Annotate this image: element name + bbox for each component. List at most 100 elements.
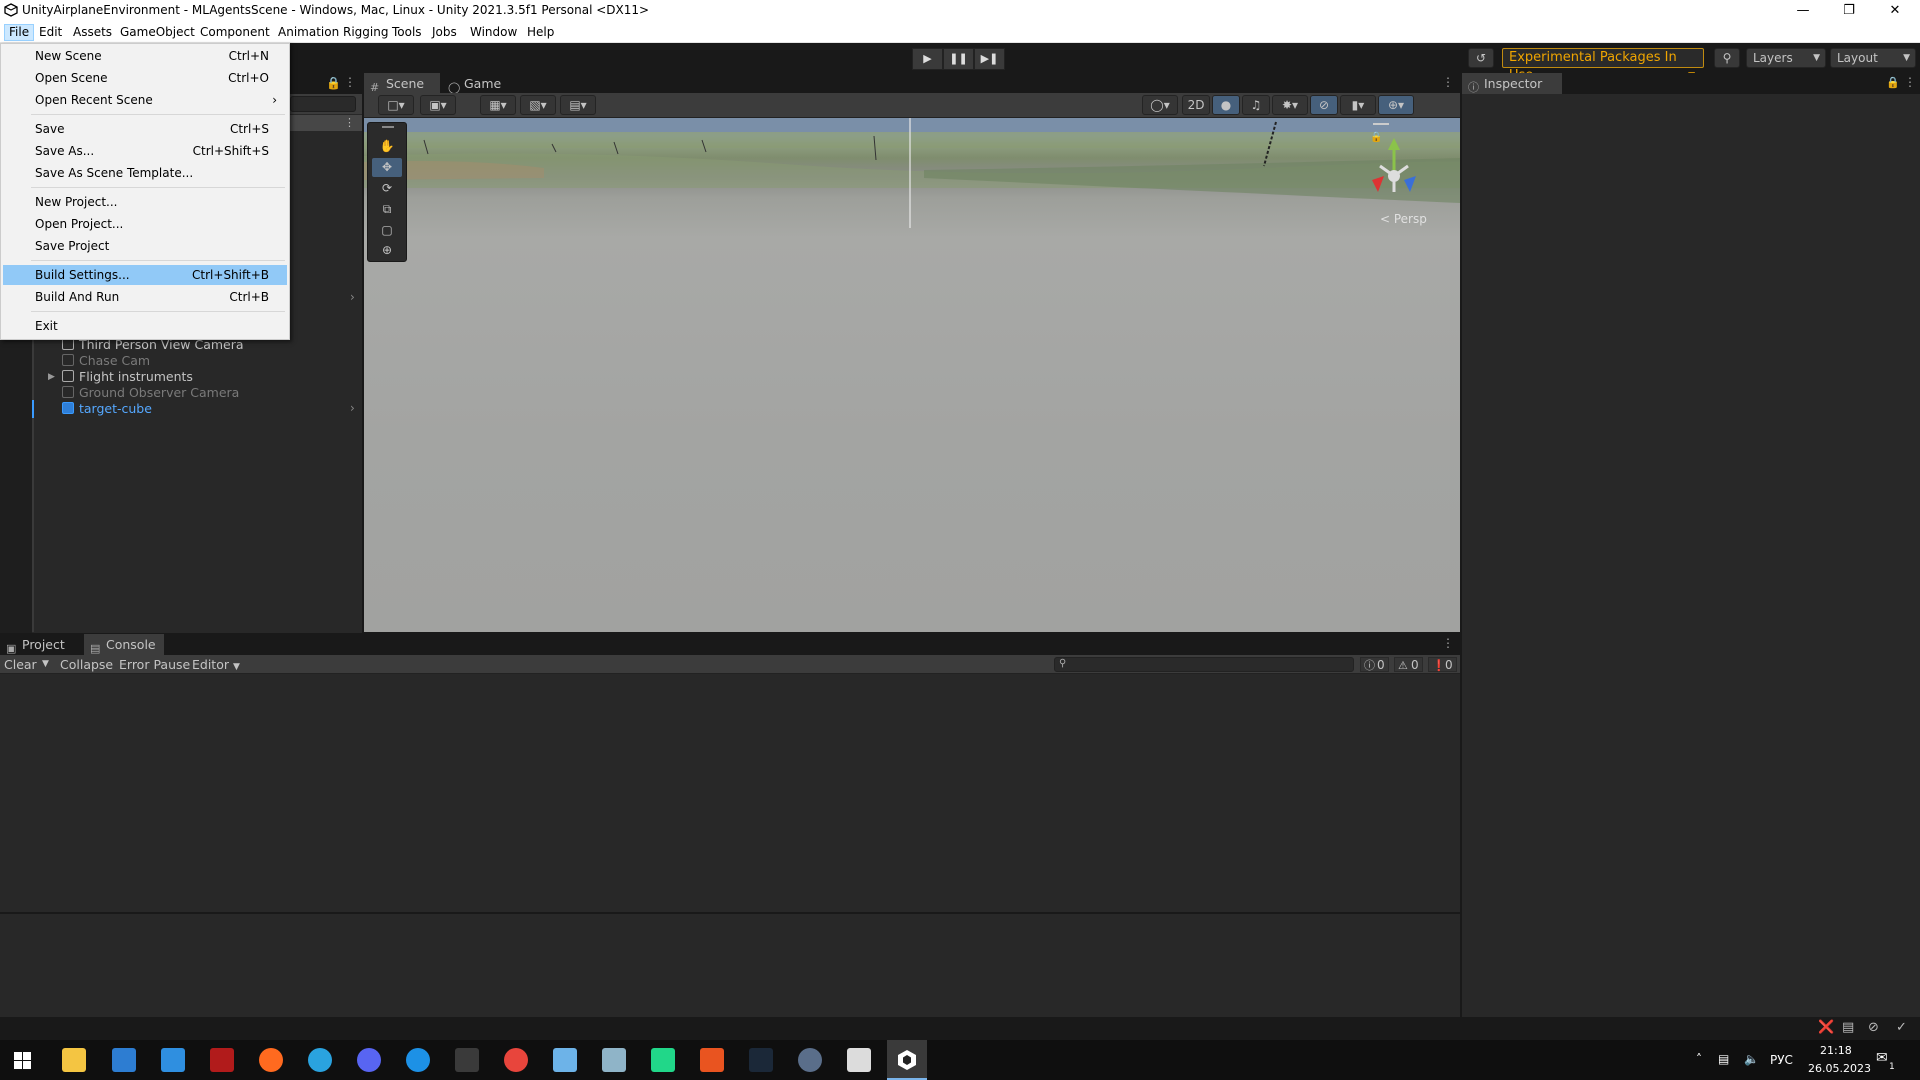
- step-button[interactable]: ▶❚: [974, 48, 1005, 70]
- file-explorer-icon[interactable]: [62, 1048, 86, 1072]
- grid-snap-dropdown[interactable]: ▦▾: [480, 95, 516, 115]
- menu-component[interactable]: Component: [196, 24, 274, 41]
- hidden-objects-icon[interactable]: ⊘: [1310, 95, 1338, 115]
- layout-dropdown[interactable]: Layout ▼: [1830, 48, 1916, 68]
- clear-button[interactable]: Clear: [4, 656, 37, 673]
- drag-handle[interactable]: [1373, 123, 1389, 125]
- editor-dropdown[interactable]: Editor ▼: [192, 656, 240, 673]
- tab-project[interactable]: ▣ Project: [0, 634, 84, 655]
- render-mode-dropdown[interactable]: ◯▾: [1142, 95, 1178, 115]
- steam-icon[interactable]: [749, 1048, 773, 1072]
- history-icon[interactable]: ↺: [1468, 48, 1494, 68]
- menu-item-open-scene[interactable]: Open Scene Ctrl+O: [3, 68, 287, 88]
- app-gray-icon[interactable]: [798, 1048, 822, 1072]
- 2d-toggle[interactable]: 2D: [1182, 95, 1210, 115]
- scale-tool-icon[interactable]: ⧉: [372, 200, 402, 219]
- tab-game[interactable]: ◯ Game: [442, 73, 508, 94]
- experimental-packages-badge[interactable]: Experimental Packages In Use▼: [1502, 48, 1704, 83]
- tab-console[interactable]: ▤ Console: [84, 634, 164, 655]
- console-search-input[interactable]: ⚲: [1054, 657, 1354, 672]
- menu-window[interactable]: Window: [466, 24, 521, 41]
- chevron-down-icon[interactable]: ▼: [42, 656, 49, 673]
- list-item[interactable]: Chase Cam: [62, 353, 150, 369]
- kebab-menu-icon[interactable]: ⋮: [1442, 636, 1454, 650]
- chevron-right-icon[interactable]: ›: [350, 401, 355, 415]
- notepad-icon[interactable]: [553, 1048, 577, 1072]
- kebab-menu-icon[interactable]: ⋮: [344, 75, 356, 89]
- hierarchy-search-input[interactable]: [290, 96, 356, 112]
- lock-icon[interactable]: 🔒: [326, 76, 341, 90]
- shading-dropdown[interactable]: ▣▾: [420, 95, 456, 115]
- log-count-badge[interactable]: ⓘ 0: [1360, 657, 1389, 672]
- align-dropdown[interactable]: ▤▾: [560, 95, 596, 115]
- play-button[interactable]: ▶: [912, 48, 943, 70]
- list-item[interactable]: ▶ Flight instruments: [48, 369, 193, 385]
- restore-button[interactable]: ❐: [1826, 0, 1872, 22]
- menu-edit[interactable]: Edit: [35, 24, 66, 41]
- tab-scene[interactable]: # Scene: [364, 73, 440, 94]
- minimize-button[interactable]: —: [1780, 0, 1826, 22]
- drag-handle[interactable]: [382, 126, 394, 128]
- transform-tool-icon[interactable]: ⊕: [372, 241, 402, 260]
- list-item[interactable]: Ground Observer Camera: [62, 385, 239, 401]
- error-count-badge[interactable]: ❗ 0: [1428, 657, 1457, 672]
- windows-start-icon[interactable]: [14, 1052, 31, 1069]
- terminal-icon[interactable]: [455, 1048, 479, 1072]
- network-icon[interactable]: ▤: [1718, 1052, 1729, 1066]
- menu-file[interactable]: File: [4, 24, 35, 41]
- console-detail-area[interactable]: [0, 913, 1460, 1017]
- close-window-button[interactable]: ✕: [1872, 0, 1918, 22]
- unity-editor-taskbar-item[interactable]: [887, 1040, 927, 1080]
- chrome-icon[interactable]: [504, 1048, 528, 1072]
- lock-icon[interactable]: 🔒: [1886, 76, 1900, 89]
- hand-tool-icon[interactable]: ✋: [372, 137, 402, 156]
- docker-icon[interactable]: [406, 1048, 430, 1072]
- menu-item-new-scene[interactable]: New Scene Ctrl+N: [3, 46, 287, 66]
- menu-item-new-project[interactable]: New Project...: [3, 192, 287, 212]
- gizmos-dropdown[interactable]: ⊕▾: [1378, 95, 1414, 115]
- move-tool-icon[interactable]: ✥: [372, 158, 402, 177]
- menu-item-save[interactable]: Save Ctrl+S: [3, 119, 287, 139]
- menu-jobs[interactable]: Jobs: [428, 24, 461, 41]
- menu-item-open-project[interactable]: Open Project...: [3, 214, 287, 234]
- menu-gameobject[interactable]: GameObject: [116, 24, 199, 41]
- effects-dropdown[interactable]: ✸▾: [1272, 95, 1308, 115]
- app-blue-icon[interactable]: [602, 1048, 626, 1072]
- projection-label[interactable]: < Persp: [1380, 212, 1427, 226]
- scene-viewport[interactable]: 🔒 < Persp: [364, 118, 1460, 632]
- discord-icon[interactable]: [357, 1048, 381, 1072]
- layers-dropdown[interactable]: Layers ▼: [1746, 48, 1826, 68]
- menu-animation-rigging[interactable]: Animation Rigging: [274, 24, 392, 41]
- menu-assets[interactable]: Assets: [69, 24, 116, 41]
- tray-chevron-up-icon[interactable]: ˄: [1696, 1052, 1702, 1066]
- kebab-menu-icon[interactable]: ⋮: [1904, 75, 1916, 89]
- audio-toggle-icon[interactable]: ♫: [1242, 95, 1270, 115]
- lighting-toggle-icon[interactable]: ●: [1212, 95, 1240, 115]
- menu-item-open-recent-scene[interactable]: Open Recent Scene ›: [3, 90, 287, 110]
- store-icon[interactable]: [112, 1048, 136, 1072]
- volume-icon[interactable]: 🔈: [1744, 1052, 1759, 1066]
- chevron-right-icon[interactable]: ›: [350, 290, 355, 304]
- notification-icon[interactable]: ✉: [1876, 1050, 1888, 1066]
- tab-inspector[interactable]: ⓘ Inspector: [1462, 73, 1562, 94]
- menu-tools[interactable]: Tools: [388, 24, 426, 41]
- list-item[interactable]: target-cube: [62, 401, 152, 417]
- clock-date[interactable]: 26.05.2023: [1808, 1062, 1871, 1075]
- menu-item-save-as-scene-template[interactable]: Save As Scene Template...: [3, 163, 287, 183]
- menu-item-save-as[interactable]: Save As... Ctrl+Shift+S: [3, 141, 287, 161]
- clock-time[interactable]: 21:18: [1820, 1044, 1852, 1057]
- pause-button[interactable]: ❚❚: [943, 48, 974, 70]
- warning-count-badge[interactable]: ⚠ 0: [1394, 657, 1423, 672]
- kebab-menu-icon[interactable]: ⋮: [1442, 75, 1454, 89]
- search-icon[interactable]: ⚲: [1714, 48, 1740, 68]
- database-icon[interactable]: ▤: [1842, 1020, 1854, 1035]
- menu-item-build-and-run[interactable]: Build And Run Ctrl+B: [3, 287, 287, 307]
- error-pause-button[interactable]: Error Pause: [119, 656, 190, 673]
- rotate-tool-icon[interactable]: ⟳: [372, 179, 402, 198]
- draw-mode-dropdown[interactable]: □▾: [378, 95, 414, 115]
- menu-item-build-settings[interactable]: Build Settings... Ctrl+Shift+B: [3, 265, 287, 285]
- panel-divider[interactable]: [1460, 73, 1462, 1017]
- expand-arrow-icon[interactable]: ▶: [48, 369, 55, 385]
- check-icon[interactable]: ✓: [1896, 1020, 1907, 1035]
- telegram-icon[interactable]: [308, 1048, 332, 1072]
